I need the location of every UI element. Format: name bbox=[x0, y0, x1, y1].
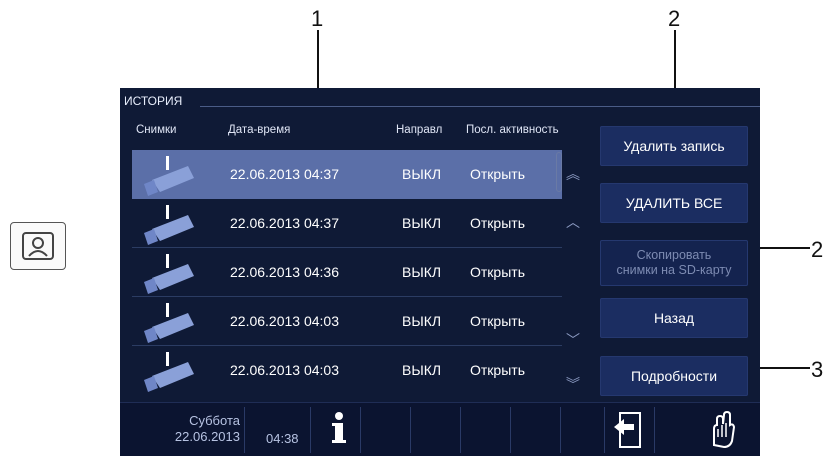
double-chevron-down-icon[interactable]: ︾ bbox=[566, 374, 580, 394]
camera-snapshot-icon bbox=[144, 303, 194, 343]
hand-touch-icon[interactable] bbox=[708, 410, 736, 454]
status-time: 04:38 bbox=[266, 431, 299, 446]
back-button[interactable]: Назад bbox=[600, 298, 748, 338]
table-row[interactable]: 22.06.2013 04:36 ВЫКЛ Открыть bbox=[132, 248, 562, 297]
row-datetime: 22.06.2013 04:37 bbox=[230, 215, 339, 231]
history-screen: ИСТОРИЯ Снимки Дата-время Направл Посл. … bbox=[120, 88, 760, 456]
scroll-thumb[interactable] bbox=[556, 152, 562, 192]
contact-card-icon[interactable] bbox=[10, 222, 66, 270]
row-datetime: 22.06.2013 04:36 bbox=[230, 264, 339, 280]
delete-all-button[interactable]: УДАЛИТЬ ВСЕ bbox=[600, 183, 748, 223]
double-chevron-up-icon[interactable]: ︽ bbox=[566, 164, 580, 184]
status-day-date: Суббота 22.06.2013 bbox=[150, 413, 240, 445]
callout-1: 1 bbox=[311, 6, 324, 31]
row-datetime: 22.06.2013 04:37 bbox=[230, 166, 339, 182]
col-header-snapshots: Снимки bbox=[136, 124, 177, 136]
row-direction: ВЫКЛ bbox=[402, 215, 442, 231]
table-row[interactable]: 22.06.2013 04:37 ВЫКЛ Открыть bbox=[132, 199, 562, 248]
callout-2-right: 2 bbox=[811, 237, 824, 262]
row-activity: Открыть bbox=[470, 313, 525, 329]
row-direction: ВЫКЛ bbox=[402, 166, 442, 182]
details-button[interactable]: Подробности bbox=[600, 356, 748, 396]
info-icon[interactable] bbox=[330, 411, 348, 450]
chevron-down-icon[interactable]: ﹀ bbox=[566, 330, 580, 350]
return-arrow-icon[interactable] bbox=[612, 411, 644, 454]
chevron-up-icon[interactable]: ︿ bbox=[566, 212, 580, 232]
history-list: 22.06.2013 04:37 ВЫКЛ Открыть 22.06.2013… bbox=[132, 150, 562, 395]
copy-to-sd-label-2: снимки на SD-карту bbox=[616, 263, 732, 277]
bottom-status-bar: Суббота 22.06.2013 04:38 bbox=[120, 402, 760, 456]
col-header-datetime: Дата-время bbox=[228, 124, 291, 136]
camera-snapshot-icon bbox=[144, 352, 194, 392]
camera-snapshot-icon bbox=[144, 205, 194, 245]
callout-2-top: 2 bbox=[668, 6, 681, 31]
row-activity: Открыть bbox=[470, 264, 525, 280]
row-activity: Открыть bbox=[470, 362, 525, 378]
delete-record-button[interactable]: Удалить запись bbox=[600, 126, 748, 166]
table-row[interactable]: 22.06.2013 04:37 ВЫКЛ Открыть bbox=[132, 150, 562, 199]
row-datetime: 22.06.2013 04:03 bbox=[230, 313, 339, 329]
col-header-direction: Направл bbox=[396, 124, 443, 136]
col-header-activity: Посл. активность bbox=[466, 124, 559, 136]
row-activity: Открыть bbox=[470, 215, 525, 231]
callout-3: 3 bbox=[811, 357, 824, 382]
copy-to-sd-label-1: Скопировать bbox=[636, 248, 712, 262]
status-date: 22.06.2013 bbox=[174, 429, 240, 444]
status-day: Суббота bbox=[189, 413, 240, 428]
table-row[interactable]: 22.06.2013 04:03 ВЫКЛ Открыть bbox=[132, 346, 562, 395]
title-divider bbox=[200, 106, 760, 107]
camera-snapshot-icon bbox=[144, 156, 194, 196]
row-direction: ВЫКЛ bbox=[402, 313, 442, 329]
row-datetime: 22.06.2013 04:03 bbox=[230, 362, 339, 378]
copy-to-sd-button[interactable]: Скопировать снимки на SD-карту bbox=[600, 240, 748, 286]
camera-snapshot-icon bbox=[144, 254, 194, 294]
row-direction: ВЫКЛ bbox=[402, 264, 442, 280]
list-scrollbar[interactable]: ︽ ︿ ﹀ ︾ bbox=[552, 152, 582, 398]
table-row[interactable]: 22.06.2013 04:03 ВЫКЛ Открыть bbox=[132, 297, 562, 346]
row-direction: ВЫКЛ bbox=[402, 362, 442, 378]
row-activity: Открыть bbox=[470, 166, 525, 182]
screen-title: ИСТОРИЯ bbox=[124, 94, 183, 108]
